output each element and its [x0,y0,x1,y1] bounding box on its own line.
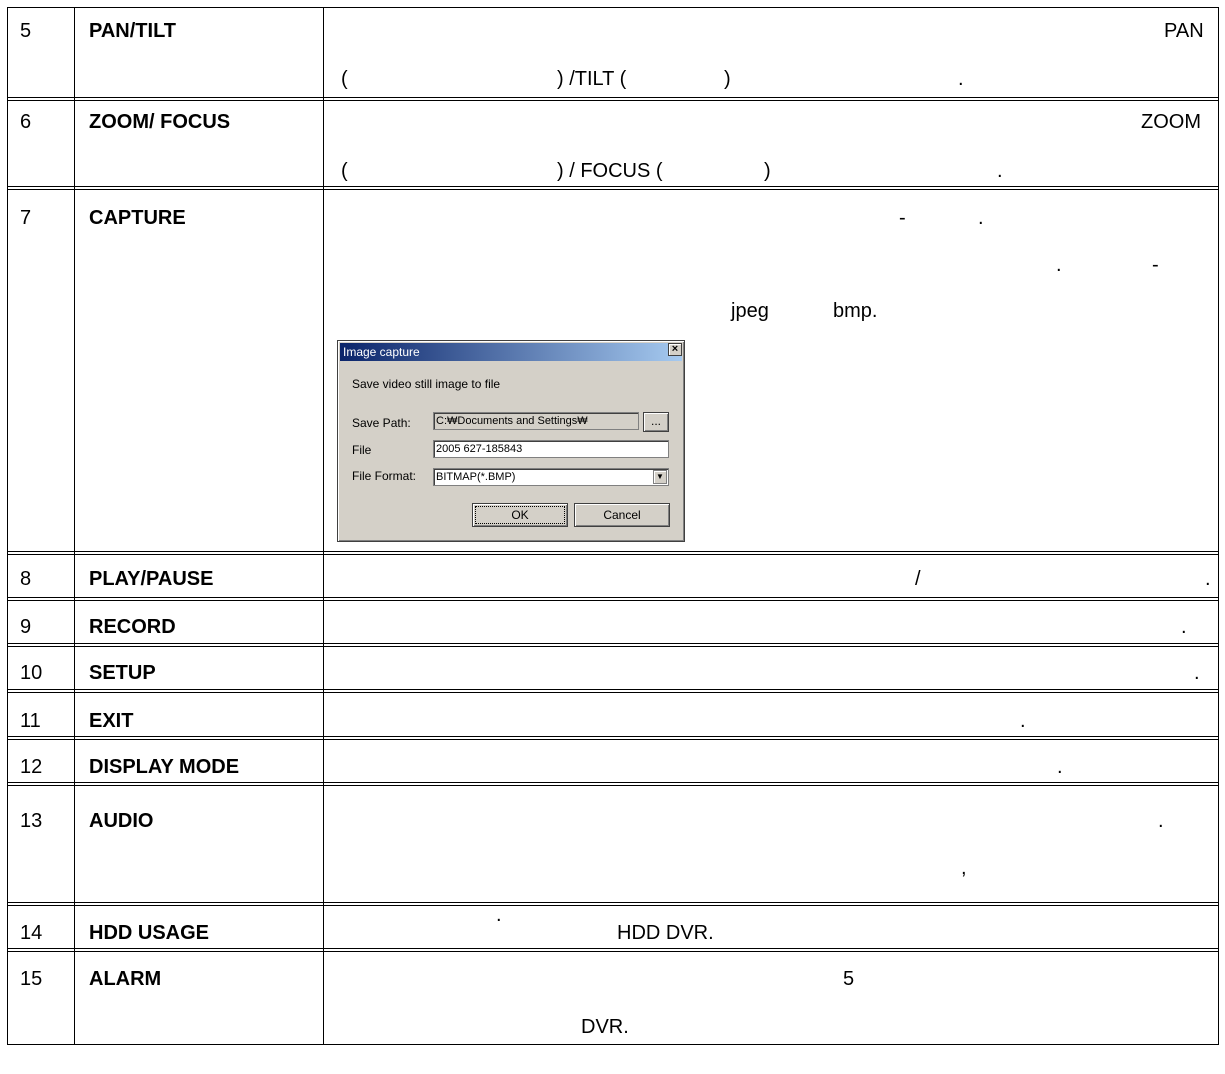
row-name: EXIT [89,710,134,732]
row-text: . [1020,710,1026,732]
table-col-divider-1 [74,7,75,1045]
row-name: AUDIO [89,810,154,832]
ok-button[interactable]: OK [472,503,568,527]
table-col-divider-2 [323,7,324,1045]
row-text: . [1181,616,1187,638]
file-label: File [352,443,372,457]
close-icon[interactable]: × [668,343,682,356]
document-page: 5 PAN/TILT PAN ( ) /TILT ( ) . 6 ZOOM/ F… [0,0,1225,1074]
row-text: 5 [843,968,855,990]
row-divider [7,597,1218,601]
table-border-bottom [7,1044,1218,1045]
row-text: / [915,568,921,590]
row-divider [7,689,1218,693]
row-text: ( [341,68,348,90]
row-number: 6 [20,111,32,133]
row-divider [7,782,1218,786]
dialog-title: Image capture [343,345,420,359]
browse-button[interactable]: ... [643,412,669,432]
file-format-value: BITMAP(*.BMP) [436,471,516,483]
chevron-down-icon[interactable]: ▼ [653,470,667,484]
row-divider [7,902,1218,906]
file-format-select[interactable]: BITMAP(*.BMP) ▼ [433,468,669,486]
row-name: ALARM [89,968,162,990]
row-text: . [1205,568,1211,590]
row-text: ) / FOCUS ( [557,160,663,182]
row-text: . [1158,810,1164,832]
file-format-label: File Format: [352,469,417,483]
row-text: jpeg [731,300,769,322]
row-number: 9 [20,616,32,638]
row-number: 14 [20,922,43,944]
table-border-left [7,7,8,1045]
row-number: 12 [20,756,43,778]
row-divider [7,186,1218,190]
row-text: . [1057,756,1063,778]
row-text: HDD DVR. [617,922,714,944]
row-divider [7,97,1218,101]
cancel-button[interactable]: Cancel [574,503,670,527]
image-capture-dialog: Image capture × Save video still image t… [337,340,685,542]
row-name: SETUP [89,662,156,684]
row-text: ) /TILT ( [557,68,627,90]
row-divider [7,643,1218,647]
row-text: - [1152,254,1159,276]
save-path-field[interactable]: C:₩Documents and Settings₩ [433,412,639,430]
row-name: CAPTURE [89,207,186,229]
row-name: DISPLAY MODE [89,756,240,778]
row-name: PLAY/PAUSE [89,568,214,590]
row-text: - [899,207,906,229]
row-number: 13 [20,810,43,832]
row-text: DVR. [581,1016,629,1038]
row-text: ( [341,160,348,182]
row-name: HDD USAGE [89,922,210,944]
row-text: . [997,160,1003,182]
row-text: bmp. [833,300,878,322]
row-number: 10 [20,662,43,684]
row-text: , [961,857,967,879]
row-text: . [1194,662,1200,684]
row-text: . [978,207,984,229]
row-text: ) [724,68,731,90]
file-name-field[interactable]: 2005 627-185843 [433,440,669,458]
row-text: PAN [1164,20,1204,42]
row-number: 8 [20,568,32,590]
row-number: 5 [20,20,32,42]
row-text: ZOOM [1141,111,1201,133]
row-text: ) [764,160,771,182]
row-divider [7,736,1218,740]
row-name: RECORD [89,616,176,638]
row-name: ZOOM/ FOCUS [89,111,231,133]
row-divider [7,948,1218,952]
row-number: 15 [20,968,43,990]
dialog-description: Save video still image to file [352,377,501,391]
row-text: . [496,904,502,926]
row-name: PAN/TILT [89,20,177,42]
table-border-right [1218,7,1219,1045]
row-text: . [1056,254,1062,276]
row-number: 7 [20,207,32,229]
row-number: 11 [20,710,41,732]
dialog-title-bar: Image capture [340,343,682,361]
save-path-label: Save Path: [352,416,411,430]
row-divider [7,551,1218,555]
row-text: . [958,68,964,90]
table-border-top [7,7,1218,8]
